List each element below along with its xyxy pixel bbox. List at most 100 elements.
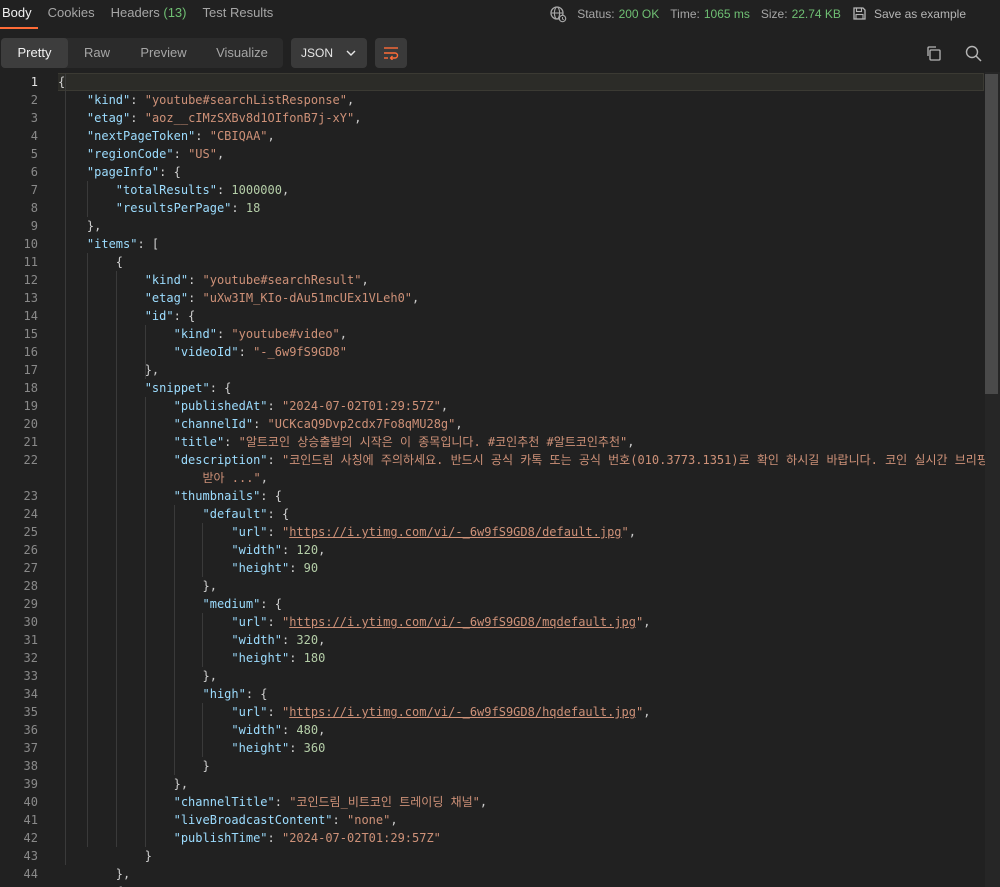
view-pretty[interactable]: Pretty [1, 38, 68, 68]
line-number: 39 [23, 777, 38, 791]
json-string: "youtube#searchResult" [202, 273, 362, 287]
response-size[interactable]: Size: 22.74 KB [761, 7, 841, 21]
line-number: 8 [30, 201, 38, 215]
json-punctuation [58, 381, 145, 395]
json-punctuation: : [267, 399, 282, 413]
view-mode-selector: Pretty Raw Preview Visualize [1, 38, 283, 68]
view-visualize[interactable]: Visualize [201, 38, 283, 68]
copy-icon[interactable] [925, 45, 942, 62]
json-punctuation: : [267, 453, 282, 467]
json-key: "medium" [202, 597, 261, 611]
scrollbar-thumb[interactable] [985, 74, 998, 394]
json-punctuation: : { [209, 381, 232, 395]
json-key: "publishedAt" [173, 399, 268, 413]
tab-headers-label: Headers [110, 5, 160, 20]
line-number: 10 [23, 237, 38, 251]
tab-headers[interactable]: Headers (13) [103, 0, 195, 30]
status-label: Status: [577, 6, 615, 21]
json-string: 받아 ..." [202, 471, 261, 485]
line-number: 31 [23, 633, 38, 647]
line-number: 43 [23, 849, 38, 863]
code-line: 받아 ...", [58, 469, 268, 487]
json-url-link[interactable]: https://i.ytimg.com/vi/-_6w9fS9GD8/hqdef… [289, 705, 636, 719]
json-key: "width" [231, 723, 282, 737]
json-punctuation [58, 273, 145, 287]
line-number: 7 [30, 183, 38, 197]
json-punctuation: : [130, 111, 145, 125]
json-punctuation [58, 201, 116, 215]
json-punctuation: : [289, 741, 304, 755]
json-string: "youtube#video" [231, 327, 340, 341]
json-punctuation: : [332, 813, 347, 827]
status-value: 200 OK [618, 6, 660, 21]
search-icon[interactable] [965, 45, 982, 62]
headers-count-badge: (13) [163, 5, 187, 20]
line-number: 28 [23, 579, 38, 593]
json-key: "regionCode" [86, 147, 174, 161]
wrap-lines-button[interactable] [375, 38, 407, 68]
code-line: } [58, 847, 152, 865]
view-raw[interactable]: Raw [68, 38, 126, 68]
response-time[interactable]: Time: 1065 ms [670, 7, 750, 21]
json-punctuation: : [195, 129, 210, 143]
code-line: "channelTitle": "코인드림_비트코인 트레이딩 채널", [58, 793, 488, 811]
code-line: "id": { [58, 307, 196, 325]
json-key: "publishTime" [173, 831, 268, 845]
json-punctuation [58, 291, 145, 305]
code-line: "title": "알트코인 상승출발의 시작은 이 종목입니다. #코인추천 … [58, 433, 635, 451]
tab-test-results[interactable]: Test Results [195, 0, 282, 30]
globe-icon[interactable] [549, 5, 567, 23]
json-punctuation: , [354, 111, 362, 125]
response-body-editor[interactable]: 1 2 3 4 5 6 7 8 9 10 11 12 13 14 15 16 17 18 19 20 21 22 23 24 2… [0, 72, 1000, 887]
line-number: 36 [23, 723, 38, 737]
line-number: 38 [23, 759, 38, 773]
json-code[interactable]: { "kind": "youtube#searchListResponse", … [58, 72, 988, 887]
json-url-link[interactable]: https://i.ytimg.com/vi/-_6w9fS9GD8/mqdef… [289, 615, 636, 629]
json-key: "default" [202, 507, 268, 521]
json-number: 320 [296, 633, 319, 647]
save-as-example-button[interactable]: Save as example [852, 6, 966, 21]
json-key: "url" [231, 525, 268, 539]
json-string: "2024-07-02T01:29:57Z" [281, 399, 441, 413]
json-punctuation: : { [173, 309, 196, 323]
json-punctuation [58, 129, 87, 143]
line-number: 19 [23, 399, 38, 413]
view-preview[interactable]: Preview [126, 38, 201, 68]
code-line: "width": 480, [58, 721, 325, 739]
json-punctuation [58, 345, 174, 359]
code-line: "height": 90 [58, 559, 318, 577]
json-punctuation: : [289, 651, 304, 665]
code-line: "channelId": "UCKcaQ9Dvp2cdx7Fo8qMU28g", [58, 415, 463, 433]
line-number: 18 [23, 381, 38, 395]
json-key: "items" [86, 237, 138, 251]
json-punctuation: , [347, 93, 355, 107]
json-punctuation: , [318, 543, 326, 557]
json-punctuation: : [281, 723, 297, 737]
json-punctuation: { [58, 255, 124, 269]
code-line: "width": 320, [58, 631, 325, 649]
json-punctuation: } [58, 849, 152, 863]
json-punctuation [58, 831, 174, 845]
json-string: "-_6w9fS9GD8" [253, 345, 347, 359]
json-key: "resultsPerPage" [115, 201, 232, 215]
json-url-link[interactable]: https://i.ytimg.com/vi/-_6w9fS9GD8/defau… [289, 525, 621, 539]
code-line: "etag": "uXw3IM_KIo-dAu51mcUEx1VLeh0", [58, 289, 420, 307]
json-key: "height" [231, 741, 290, 755]
line-number: 4 [30, 129, 38, 143]
json-punctuation: }, [58, 777, 189, 791]
time-label: Time: [670, 6, 700, 21]
json-punctuation: : [188, 273, 203, 287]
tab-cookies[interactable]: Cookies [40, 0, 103, 30]
json-punctuation [58, 615, 231, 629]
json-string: "youtube#searchListResponse" [144, 93, 348, 107]
code-line: { [58, 253, 123, 271]
json-punctuation: }, [58, 669, 217, 683]
code-line: "url": "https://i.ytimg.com/vi/-_6w9fS9G… [58, 613, 650, 631]
code-line: "regionCode": "US", [58, 145, 224, 163]
format-dropdown[interactable]: JSON [291, 38, 367, 68]
json-punctuation [58, 651, 231, 665]
tab-body[interactable]: Body [0, 0, 40, 30]
json-punctuation: , [339, 327, 348, 341]
line-number: 20 [23, 417, 38, 431]
json-key: "height" [231, 651, 290, 665]
